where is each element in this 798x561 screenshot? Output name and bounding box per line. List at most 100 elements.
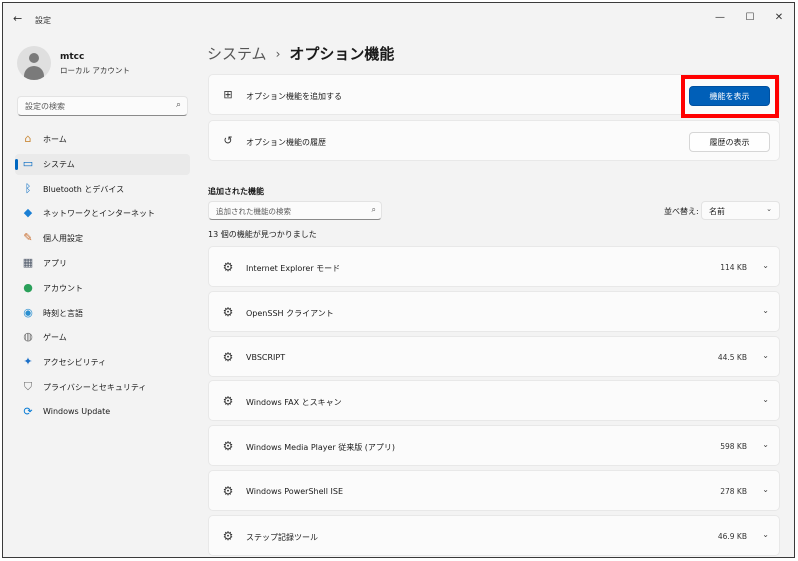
feature-row[interactable]: ⚙ Windows Media Player 従来版 (アプリ) 598 KB ⌄ [208, 425, 780, 466]
time-language-icon: ◉ [23, 306, 33, 319]
avatar-head-icon [29, 53, 39, 63]
feature-name: Internet Explorer モード [246, 264, 341, 273]
history-icon: ↺ [223, 134, 233, 147]
feature-count: 13 個の機能が見つかりました [208, 230, 317, 239]
settings-window: ← 設定 — ☐ ✕ mtcc ローカル アカウント 設定の検索 ⌕ ⌂ ホーム ▭… [2, 2, 795, 558]
sidebar-item[interactable]: ◍ ゲーム [15, 327, 190, 348]
home-icon: ⌂ [24, 132, 32, 145]
feature-name: OpenSSH クライアント [246, 309, 334, 318]
sidebar-item-label: システム [43, 160, 75, 169]
sidebar-item-label: アクセシビリティ [43, 358, 107, 367]
apps-icon: ▦ [22, 256, 34, 269]
puzzle-gear-icon: ⚙ [222, 529, 234, 543]
sidebar-item-label: 個人用設定 [43, 234, 83, 243]
account-type: ローカル アカウント [60, 66, 130, 75]
feature-row[interactable]: ⚙ Internet Explorer モード 114 KB ⌄ [208, 246, 780, 287]
maximize-button[interactable]: ☐ [741, 9, 759, 27]
account-icon: ● [23, 281, 33, 294]
feature-row[interactable]: ⚙ Windows FAX とスキャン ⌄ [208, 380, 780, 421]
active-indicator [15, 159, 18, 170]
puzzle-gear-icon: ⚙ [222, 350, 234, 364]
feature-row[interactable]: ⚙ Windows PowerShell ISE 278 KB ⌄ [208, 470, 780, 511]
added-features-heading: 追加された機能 [208, 187, 264, 196]
breadcrumb: システム › オプション機能 [207, 43, 394, 64]
network-icon: ◆ [23, 206, 33, 219]
system-icon: ▭ [22, 157, 34, 170]
windows-update-icon: ⟳ [23, 405, 33, 418]
title-bar: ← 設定 — ☐ ✕ [3, 3, 794, 35]
puzzle-gear-icon: ⚙ [222, 484, 234, 498]
avatar[interactable] [17, 46, 51, 80]
feature-size: 46.9 KB [717, 532, 747, 541]
chevron-down-icon[interactable]: ⌄ [762, 485, 769, 494]
minimize-button[interactable]: — [711, 9, 729, 27]
puzzle-gear-icon: ⚙ [222, 394, 234, 408]
chevron-down-icon[interactable]: ⌄ [762, 395, 769, 404]
add-feature-label: オプション機能を追加する [246, 92, 342, 101]
back-arrow-icon[interactable]: ← [13, 12, 22, 25]
view-history-button[interactable]: 履歴の表示 [689, 132, 770, 152]
sidebar-item-label: ホーム [43, 135, 67, 144]
feature-row[interactable]: ⚙ ステップ記録ツール 46.9 KB ⌄ [208, 515, 780, 556]
chevron-down-icon[interactable]: ⌄ [762, 306, 769, 315]
sidebar-item[interactable]: ⛉ プライバシーとセキュリティ [15, 377, 190, 398]
close-button[interactable]: ✕ [770, 9, 788, 27]
sidebar-item[interactable]: ▦ アプリ [15, 253, 190, 274]
feature-size: 114 KB [720, 263, 747, 272]
feature-name: Windows PowerShell ISE [246, 487, 343, 496]
features-search-input[interactable]: 追加された機能の検索 ⌕ [208, 201, 382, 220]
breadcrumb-separator-icon: › [275, 47, 281, 61]
sort-dropdown[interactable]: 名前 ⌄ [701, 201, 780, 220]
page-title: オプション機能 [289, 45, 395, 63]
highlight-box [681, 75, 779, 118]
sort-label: 並べ替え: [664, 207, 699, 216]
accessibility-icon: ✦ [23, 355, 33, 368]
feature-history-label: オプション機能の履歴 [246, 138, 326, 147]
search-icon[interactable]: ⌕ [372, 205, 376, 215]
chevron-down-icon[interactable]: ⌄ [762, 261, 769, 270]
sidebar-item[interactable]: ✦ アクセシビリティ [15, 352, 190, 373]
settings-search-input[interactable]: 設定の検索 ⌕ [17, 96, 188, 116]
sort-value: 名前 [709, 207, 725, 216]
sidebar-item-label: ネットワークとインターネット [43, 209, 155, 218]
chevron-down-icon: ⌄ [766, 205, 772, 213]
breadcrumb-parent[interactable]: システム [207, 45, 267, 63]
sidebar-item[interactable]: ⟳ Windows Update [15, 402, 190, 423]
sidebar-item-label: アカウント [43, 284, 83, 293]
chevron-down-icon[interactable]: ⌄ [762, 351, 769, 360]
window-title: 設定 [35, 16, 51, 25]
puzzle-gear-icon: ⚙ [222, 260, 234, 274]
feature-size: 278 KB [720, 487, 747, 496]
search-placeholder: 設定の検索 [25, 102, 65, 111]
sidebar-item[interactable]: ᛒ Bluetooth とデバイス [15, 179, 190, 200]
chevron-down-icon[interactable]: ⌄ [762, 440, 769, 449]
feature-name: VBSCRIPT [246, 353, 286, 362]
brush-icon: ✎ [23, 231, 33, 244]
shield-icon: ⛉ [23, 380, 33, 393]
feature-row[interactable]: ⚙ VBSCRIPT 44.5 KB ⌄ [208, 336, 780, 377]
sidebar-item-label: アプリ [43, 259, 67, 268]
puzzle-gear-icon: ⚙ [222, 305, 234, 319]
feature-size: 598 KB [720, 442, 747, 451]
sidebar-item[interactable]: ✎ 個人用設定 [15, 228, 190, 249]
search-icon[interactable]: ⌕ [176, 100, 181, 110]
sidebar-item[interactable]: ▭ システム [15, 154, 190, 175]
sidebar-item[interactable]: ● アカウント [15, 278, 190, 299]
feature-name: Windows FAX とスキャン [246, 398, 342, 407]
chevron-down-icon[interactable]: ⌄ [762, 530, 769, 539]
sidebar-item-label: Windows Update [43, 407, 111, 416]
feature-size: 44.5 KB [717, 353, 747, 362]
puzzle-gear-icon: ⚙ [222, 439, 234, 453]
feature-name: ステップ記録ツール [246, 533, 318, 542]
sidebar-item[interactable]: ◉ 時刻と言語 [15, 303, 190, 324]
feature-row[interactable]: ⚙ OpenSSH クライアント ⌄ [208, 291, 780, 332]
sidebar-item[interactable]: ⌂ ホーム [15, 129, 190, 150]
sidebar-item[interactable]: ◆ ネットワークとインターネット [15, 203, 190, 224]
gaming-icon: ◍ [23, 330, 33, 343]
feature-history-card: ↺ オプション機能の履歴 履歴の表示 [208, 120, 780, 161]
user-name: mtcc [60, 52, 85, 62]
sidebar-item-label: 時刻と言語 [43, 309, 83, 318]
bluetooth-icon: ᛒ [24, 182, 32, 195]
avatar-body-icon [24, 66, 44, 80]
sidebar-item-label: プライバシーとセキュリティ [43, 383, 147, 392]
